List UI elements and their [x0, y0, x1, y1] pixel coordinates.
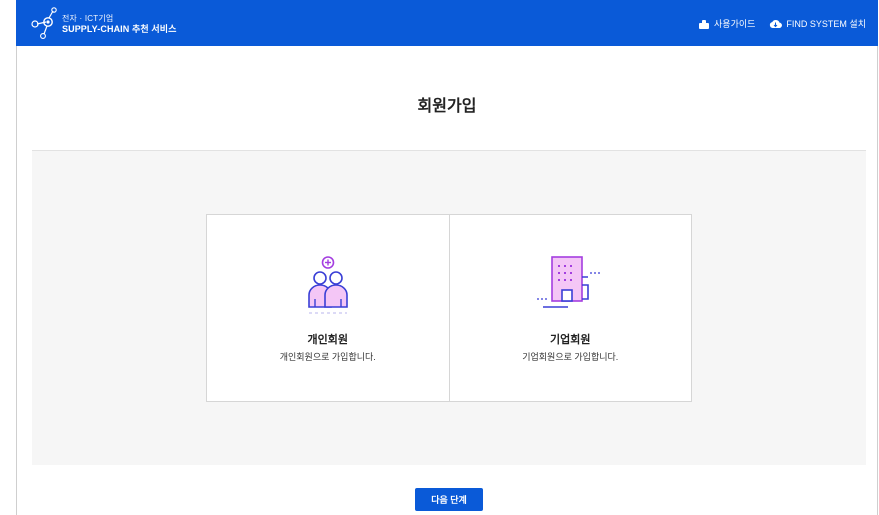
individual-member-desc: 개인회원으로 가입합니다.: [279, 352, 376, 362]
member-type-options: 개인회원 개인회원으로 가입합니다. 기업회원 기업회원으로 가입합니다.: [206, 214, 692, 402]
guide-icon: [699, 19, 710, 29]
corporate-member-title: 기업회원: [550, 334, 591, 346]
top-header: 전자 · ICT기업 SUPPLY-CHAIN 추천 서비스 사용가이드 FIN…: [16, 0, 878, 46]
logo-icon: [31, 7, 57, 39]
building-icon: [537, 256, 602, 308]
find-system-install-link[interactable]: FIND SYSTEM 설치: [769, 17, 866, 30]
brand-text[interactable]: 전자 · ICT기업 SUPPLY-CHAIN 추천 서비스: [62, 15, 176, 34]
header-links: 사용가이드 FIND SYSTEM 설치: [698, 17, 866, 30]
user-guide-link[interactable]: 사용가이드: [698, 17, 755, 30]
corporate-member-desc: 기업회원으로 가입합니다.: [522, 352, 619, 362]
users-plus-icon: [307, 256, 348, 314]
brand-subtitle: 전자 · ICT기업: [62, 14, 114, 23]
individual-member-option[interactable]: 개인회원 개인회원으로 가입합니다.: [207, 215, 449, 401]
cloud-download-icon: [770, 19, 783, 28]
find-system-install-label: FIND SYSTEM 설치: [786, 19, 866, 29]
next-step-button[interactable]: 다음 단계: [415, 488, 483, 511]
brand-title: SUPPLY-CHAIN 추천 서비스: [62, 24, 177, 34]
individual-member-title: 개인회원: [307, 334, 348, 346]
page-title: 회원가입: [417, 98, 477, 115]
corporate-member-option[interactable]: 기업회원 기업회원으로 가입합니다.: [448, 215, 692, 401]
user-guide-label: 사용가이드: [714, 19, 756, 29]
